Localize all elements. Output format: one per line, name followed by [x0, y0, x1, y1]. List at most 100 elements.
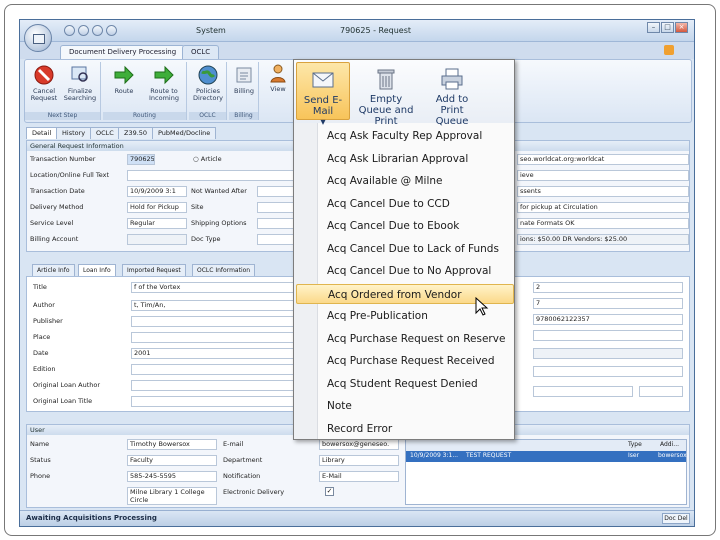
- user-notification-field[interactable]: E-Mail: [319, 471, 399, 482]
- tab-oclc-detail[interactable]: OCLC: [90, 127, 120, 139]
- table-row[interactable]: 10/9/2009 3:1... TEST REQUEST Iser bower…: [406, 451, 687, 462]
- tab-history[interactable]: History: [56, 127, 92, 139]
- menu-item[interactable]: Acq Cancel Due to Ebook: [319, 216, 513, 236]
- policies-directory-button[interactable]: Policies Directory: [191, 64, 225, 110]
- right-field[interactable]: ieve: [517, 170, 689, 181]
- right-field[interactable]: ssents: [517, 186, 689, 197]
- user-department-field[interactable]: Library: [319, 455, 399, 466]
- route-button[interactable]: Route: [107, 64, 141, 110]
- original-loan-author-field[interactable]: [131, 380, 299, 391]
- maximize-icon[interactable]: □: [661, 22, 674, 33]
- user-phone-field[interactable]: 585-245-5595: [127, 471, 217, 482]
- right-field[interactable]: for pickup at Circulation: [517, 202, 689, 213]
- printer-icon: [441, 68, 463, 90]
- article-radio[interactable]: ○ Article: [193, 155, 222, 163]
- site-field[interactable]: [257, 202, 297, 213]
- group-label: Routing: [103, 112, 186, 120]
- save-icon[interactable]: [64, 25, 75, 36]
- user-name-field[interactable]: Timothy Bowersox: [127, 439, 217, 450]
- redo-icon[interactable]: [92, 25, 103, 36]
- doc-del-button[interactable]: Doc Del: [662, 513, 690, 524]
- menu-item[interactable]: Acq Ask Faculty Rep Approval: [319, 126, 513, 146]
- tab-imported-request[interactable]: Imported Request: [122, 264, 186, 276]
- customize-icon[interactable]: [106, 25, 117, 36]
- billing-icon: [236, 67, 252, 83]
- right-field[interactable]: nate Formats OK: [517, 218, 689, 229]
- menu-item[interactable]: Record Error: [319, 419, 513, 439]
- user-email-field[interactable]: bowersox@geneseo.: [319, 439, 399, 450]
- original-loan-title-field[interactable]: [131, 396, 299, 407]
- app-menu-button[interactable]: [24, 24, 52, 52]
- tab-oclc[interactable]: OCLC: [182, 45, 220, 59]
- cancel-request-button[interactable]: Cancel Request: [27, 64, 61, 110]
- tab-detail[interactable]: Detail: [26, 127, 58, 139]
- menu-item[interactable]: Acq Available @ Milne: [319, 171, 513, 191]
- menu-item[interactable]: Acq Purchase Request on Reserve: [319, 329, 513, 349]
- right-field[interactable]: 9780062122357: [533, 314, 683, 325]
- title-bar: System 790625 - Request – □ ×: [20, 20, 694, 42]
- right-field[interactable]: [533, 386, 633, 397]
- menu-item[interactable]: Acq Cancel Due to CCD: [319, 194, 513, 214]
- right-select[interactable]: [533, 330, 683, 341]
- tab-oclc-information[interactable]: OCLC Information: [192, 264, 256, 276]
- edition-field[interactable]: [131, 364, 299, 375]
- transaction-date-field[interactable]: 10/9/2009 3:1: [127, 186, 187, 197]
- doc-type-field[interactable]: [257, 234, 297, 245]
- menu-item[interactable]: Acq Student Request Denied: [319, 374, 513, 394]
- user-status-field[interactable]: Faculty: [127, 455, 217, 466]
- window-title: 790625 - Request: [340, 26, 412, 35]
- help-icon[interactable]: [664, 45, 674, 55]
- group-next-step: Cancel Request Finalize Searching Next S…: [25, 62, 101, 120]
- add-to-print-queue-button[interactable]: Add to Print Queue: [422, 62, 482, 127]
- send-email-button[interactable]: Send E-Mail ▾: [296, 62, 350, 128]
- tab-article-info[interactable]: Article Info: [32, 264, 75, 276]
- electronic-delivery-checkbox[interactable]: ✓: [325, 487, 334, 496]
- billing-button[interactable]: Billing: [229, 64, 259, 110]
- tab-document-delivery[interactable]: Document Delivery Processing: [60, 45, 186, 59]
- delivery-method-select[interactable]: Hold for Pickup: [127, 202, 187, 213]
- menu-item[interactable]: Acq Purchase Request Received: [319, 351, 513, 371]
- shipping-options-field[interactable]: [257, 218, 297, 229]
- app-logo-icon: [33, 34, 45, 44]
- envelope-icon: [312, 72, 334, 88]
- undo-icon[interactable]: [78, 25, 89, 36]
- trash-icon: [377, 69, 395, 90]
- date-field[interactable]: 2001: [131, 348, 299, 359]
- close-icon[interactable]: ×: [675, 22, 688, 33]
- right-field: [533, 348, 683, 359]
- finalize-searching-button[interactable]: Finalize Searching: [63, 64, 97, 110]
- right-field[interactable]: seo.worldcat.org:worldcat: [517, 154, 689, 165]
- menu-item[interactable]: Note: [319, 396, 513, 416]
- route-arrow-icon: [114, 65, 134, 85]
- title-field[interactable]: f of the Vortex: [131, 282, 299, 293]
- view-button[interactable]: View: [263, 62, 293, 108]
- menu-item[interactable]: Acq Cancel Due to No Approval: [319, 261, 513, 281]
- tab-pubmed-docline[interactable]: PubMed/Docline: [152, 127, 217, 139]
- mouse-pointer-icon: [475, 297, 489, 316]
- empty-queue-print-button[interactable]: Empty Queue and Print: [354, 62, 418, 127]
- group-routing: Route Route to Incoming Routing: [103, 62, 187, 120]
- right-field[interactable]: 7: [533, 298, 683, 309]
- service-level-select[interactable]: Regular: [127, 218, 187, 229]
- menu-item[interactable]: Acq Cancel Due to Lack of Funds: [319, 239, 513, 259]
- transaction-number-field[interactable]: 790625: [127, 154, 155, 165]
- route-to-incoming-button[interactable]: Route to Incoming: [145, 64, 183, 110]
- menu-item[interactable]: Acq Ask Librarian Approval: [319, 149, 513, 169]
- status-text: Awaiting Acquisitions Processing: [26, 514, 157, 522]
- minimize-icon[interactable]: –: [647, 22, 660, 33]
- group-oclc: Policies Directory OCLC: [189, 62, 227, 120]
- location-field[interactable]: [127, 170, 297, 181]
- publisher-field[interactable]: [131, 316, 299, 327]
- tab-z3950[interactable]: Z39.50: [118, 127, 154, 139]
- group-billing: Billing Billing: [229, 62, 259, 120]
- billing-account-select[interactable]: [127, 234, 187, 245]
- author-field[interactable]: t, Tim/An,: [131, 300, 299, 311]
- user-address-field[interactable]: Milne Library 1 College Circle: [127, 487, 217, 505]
- tab-loan-info[interactable]: Loan Info: [78, 264, 116, 276]
- route-arrow-icon: [154, 65, 174, 85]
- right-field[interactable]: [533, 366, 683, 377]
- right-field[interactable]: [639, 386, 683, 397]
- not-wanted-after-field[interactable]: [257, 186, 297, 197]
- right-field[interactable]: 2: [533, 282, 683, 293]
- place-field[interactable]: [131, 332, 299, 343]
